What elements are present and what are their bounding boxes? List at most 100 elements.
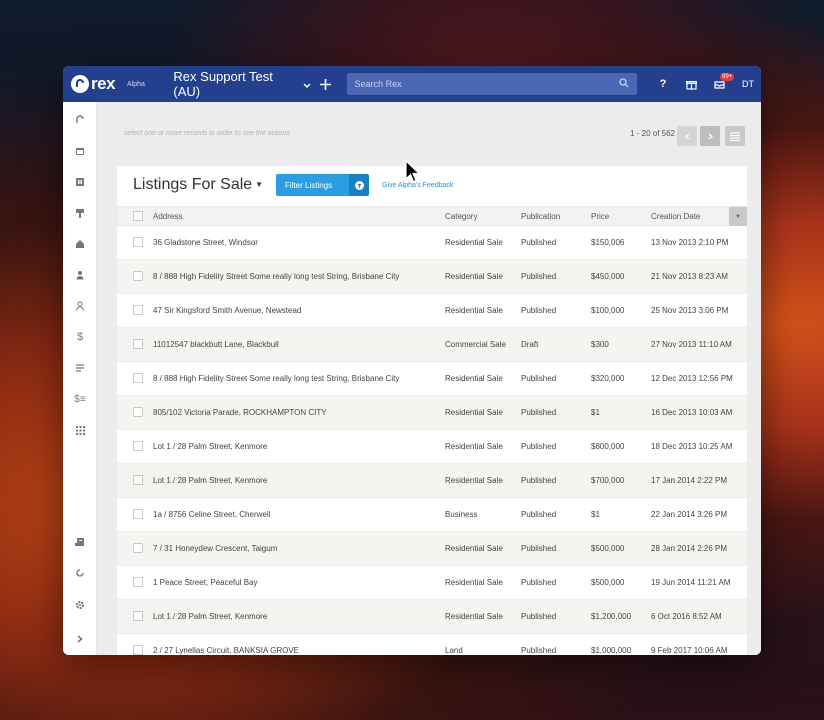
listings-house-icon[interactable] [63, 234, 97, 254]
row-checkbox[interactable] [133, 577, 143, 587]
table-row[interactable]: 7 / 31 Honeydew Crescent, Taigum Resident… [117, 532, 747, 566]
cell-price: $1 [591, 510, 600, 519]
actions-hint: select one or more records in order to s… [124, 130, 290, 137]
cell-publication: Published [521, 612, 557, 621]
cell-publication: Published [521, 646, 557, 655]
cell-publication: Published [521, 306, 557, 315]
select-all-checkbox[interactable] [133, 211, 143, 221]
home-icon[interactable] [63, 110, 97, 130]
sort-dropdown-icon[interactable]: ▼ [729, 207, 747, 226]
contacts-book-icon[interactable] [63, 172, 97, 192]
top-icons: ? 99+ DT [649, 66, 761, 102]
apps-grid-icon[interactable] [63, 420, 97, 440]
notifications-icon[interactable]: 99+ [705, 66, 735, 102]
cell-publication: Published [521, 442, 557, 451]
cell-publication: Draft [521, 340, 539, 349]
main-content: select one or more records in order to s… [97, 102, 761, 655]
pager-text: 1 - 20 of 562 [630, 129, 675, 138]
page-title[interactable]: Listings For Sale ▼ [133, 176, 263, 194]
column-header-category[interactable]: Category [445, 212, 477, 221]
cell-category: Residential Sale [445, 408, 503, 417]
mouse-cursor-icon [405, 160, 421, 183]
table-row[interactable]: 36 Gladstone Street, Windsor Residential … [117, 226, 747, 260]
cell-category: Land [445, 646, 463, 655]
report-icon[interactable] [63, 532, 97, 552]
cell-date: 22 Jan 2014 3:26 PM [651, 510, 728, 519]
table-header: Address Category Publication Price Creat… [117, 206, 747, 226]
filter-listings-button[interactable]: Filter Listings [276, 174, 369, 196]
people-icon[interactable] [63, 296, 97, 316]
cell-category: Residential Sale [445, 544, 503, 553]
table-row[interactable]: Lot 1 / 28 Palm Street, Kenmore Residenti… [117, 600, 747, 634]
refresh-icon[interactable] [63, 563, 97, 583]
column-header-creation-date[interactable]: Creation Date [651, 212, 700, 221]
cell-publication: Published [521, 238, 557, 247]
cell-price: $450,000 [591, 272, 625, 281]
calendar-icon[interactable] [63, 141, 97, 161]
cell-publication: Published [521, 578, 557, 587]
prev-page-button[interactable] [677, 126, 697, 146]
cell-address: 7 / 31 Honeydew Crescent, Taigum [153, 544, 278, 553]
row-checkbox[interactable] [133, 509, 143, 519]
cell-date: 16 Dec 2013 10:03 AM [651, 408, 733, 417]
list-view-icon[interactable] [725, 126, 745, 146]
dollar-icon[interactable]: $ [63, 327, 97, 347]
search-input[interactable] [354, 79, 595, 89]
cell-date: 27 Nov 2013 11:10 AM [651, 340, 732, 349]
cell-address: 11012547 blackbutt Lane, Blackbull [153, 340, 279, 349]
page-title-text: Listings For Sale [133, 176, 253, 193]
table-row[interactable]: 2 / 27 Lynellas Circuit, BANKSIA GROVE La… [117, 634, 747, 655]
cell-address: 1 Peace Street, Peaceful Bay [153, 578, 258, 587]
cell-address: Lot 1 / 28 Palm Street, Kenmore [153, 442, 268, 451]
cell-date: 18 Dec 2013 10:25 AM [651, 442, 733, 451]
row-checkbox[interactable] [133, 645, 143, 655]
row-checkbox[interactable] [133, 441, 143, 451]
cell-date: 28 Jan 2014 2:26 PM [651, 544, 728, 553]
cell-address: Lot 1 / 28 Palm Street, Kenmore [153, 612, 268, 621]
table-row[interactable]: 47 Sir Kingsford Smith Avenue, Newstead R… [117, 294, 747, 328]
cell-address: 47 Sir Kingsford Smith Avenue, Newstead [153, 306, 302, 315]
row-checkbox[interactable] [133, 407, 143, 417]
table-row[interactable]: 8 / 888 High Fidelity Street Some really… [117, 260, 747, 294]
table-row[interactable]: 8 / 888 High Fidelity Street Some really… [117, 362, 747, 396]
add-button[interactable] [311, 73, 341, 96]
help-icon[interactable]: ? [649, 66, 677, 102]
table-row[interactable]: Lot 1 / 28 Palm Street, Kenmore Residenti… [117, 464, 747, 498]
column-header-address[interactable]: Address [153, 212, 182, 221]
table-row[interactable]: 1a / 8756 Celine Street, Cherwell Busines… [117, 498, 747, 532]
row-checkbox[interactable] [133, 237, 143, 247]
table-row[interactable]: Lot 1 / 28 Palm Street, Kenmore Residenti… [117, 430, 747, 464]
table-row[interactable]: 11012547 blackbutt Lane, Blackbull Commer… [117, 328, 747, 362]
cell-date: 6 Oct 2016 8:52 AM [651, 612, 722, 621]
signboard-icon[interactable] [63, 203, 97, 223]
account-switcher[interactable]: Rex Support Test (AU) [173, 69, 311, 99]
row-checkbox[interactable] [133, 475, 143, 485]
cell-publication: Published [521, 374, 557, 383]
row-checkbox[interactable] [133, 339, 143, 349]
column-header-publication[interactable]: Publication [521, 212, 560, 221]
column-header-price[interactable]: Price [591, 212, 609, 221]
account-name: Rex Support Test (AU) [173, 69, 273, 99]
table-row[interactable]: 1 Peace Street, Peaceful Bay Residential … [117, 566, 747, 600]
search-icon[interactable] [619, 75, 629, 93]
person-icon[interactable] [63, 265, 97, 285]
row-checkbox[interactable] [133, 543, 143, 553]
cell-address: Lot 1 / 28 Palm Street, Kenmore [153, 476, 268, 485]
panel-header: Listings For Sale ▼ Filter Listings Give … [117, 166, 747, 206]
app-window: rex Alpha Rex Support Test (AU) ? 9 [63, 66, 761, 655]
search-bar[interactable] [346, 73, 637, 95]
gift-icon[interactable] [677, 66, 705, 102]
row-checkbox[interactable] [133, 611, 143, 621]
settings-gear-icon[interactable] [63, 595, 97, 615]
table-row[interactable]: 805/102 Victoria Parade, ROCKHAMPTON CIT… [117, 396, 747, 430]
row-checkbox[interactable] [133, 271, 143, 281]
row-checkbox[interactable] [133, 305, 143, 315]
user-menu[interactable]: DT [733, 66, 761, 102]
cell-price: $800,000 [591, 442, 625, 451]
finance-icon[interactable]: $≡ [63, 389, 97, 409]
next-page-button[interactable] [700, 126, 720, 146]
expand-chevron-icon[interactable] [63, 629, 97, 649]
row-checkbox[interactable] [133, 373, 143, 383]
list-icon[interactable] [63, 358, 97, 378]
logo[interactable]: rex Alpha [71, 74, 165, 94]
